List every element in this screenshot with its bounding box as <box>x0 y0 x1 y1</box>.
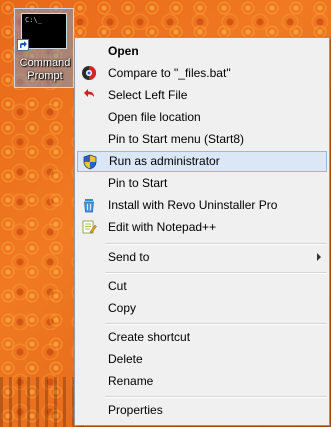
cmd-thumb-text: C:\_ <box>25 16 42 24</box>
menu-item-label: Send to <box>108 250 150 264</box>
menu-item-cut[interactable]: Cut <box>77 276 327 297</box>
menu-separator <box>105 243 327 245</box>
menu-item-label: Open file location <box>108 110 201 124</box>
context-menu: Open Compare to "_files.bat" Select Left… <box>74 37 330 426</box>
menu-item-label: Pin to Start <box>108 176 168 190</box>
menu-item-label: Edit with Notepad++ <box>108 220 217 234</box>
menu-item-label: Install with Revo Uninstaller Pro <box>108 198 278 212</box>
menu-item-label: Rename <box>108 374 154 388</box>
menu-item-label: Cut <box>108 279 127 293</box>
menu-item-revo-uninstaller[interactable]: Install with Revo Uninstaller Pro <box>77 195 327 216</box>
menu-item-delete[interactable]: Delete <box>77 349 327 370</box>
menu-separator <box>105 396 327 398</box>
submenu-arrow-icon <box>317 253 321 261</box>
menu-item-pin-start8[interactable]: Pin to Start menu (Start8) <box>77 129 327 150</box>
undo-arrow-icon <box>81 87 97 103</box>
menu-item-open[interactable]: Open <box>77 41 327 62</box>
menu-item-copy[interactable]: Copy <box>77 298 327 319</box>
menu-item-send-to[interactable]: Send to <box>77 247 327 268</box>
shortcut-arrow-icon <box>17 39 29 51</box>
menu-item-compare[interactable]: Compare to "_files.bat" <box>77 63 327 84</box>
menu-item-rename[interactable]: Rename <box>77 371 327 392</box>
menu-item-label: Create shortcut <box>108 330 191 344</box>
menu-item-label: Select Left File <box>108 88 188 102</box>
desktop-icon-label: Command Prompt <box>19 57 71 82</box>
notepad-plus-plus-icon <box>81 219 97 235</box>
menu-item-label: Compare to "_files.bat" <box>108 66 231 80</box>
menu-item-run-as-administrator[interactable]: Run as administrator <box>77 151 327 172</box>
menu-separator <box>105 272 327 274</box>
menu-item-select-left-file[interactable]: Select Left File <box>77 85 327 106</box>
menu-item-label: Delete <box>108 352 143 366</box>
revo-uninstaller-icon <box>81 197 97 213</box>
menu-item-label: Run as administrator <box>109 154 220 168</box>
desktop-icon-command-prompt[interactable]: C:\_ Command Prompt <box>14 8 74 88</box>
menu-item-properties[interactable]: Properties <box>77 400 327 421</box>
menu-item-pin-to-start[interactable]: Pin to Start <box>77 173 327 194</box>
menu-item-label: Copy <box>108 301 137 315</box>
menu-item-label: Pin to Start menu (Start8) <box>108 132 245 146</box>
beyond-compare-icon <box>81 65 97 81</box>
menu-separator <box>105 323 327 325</box>
menu-item-open-file-location[interactable]: Open file location <box>77 107 327 128</box>
menu-item-create-shortcut[interactable]: Create shortcut <box>77 327 327 348</box>
menu-item-label: Properties <box>108 403 163 417</box>
menu-item-label: Open <box>108 44 139 58</box>
menu-item-edit-notepad-plus-plus[interactable]: Edit with Notepad++ <box>77 217 327 238</box>
uac-shield-icon <box>82 154 98 170</box>
